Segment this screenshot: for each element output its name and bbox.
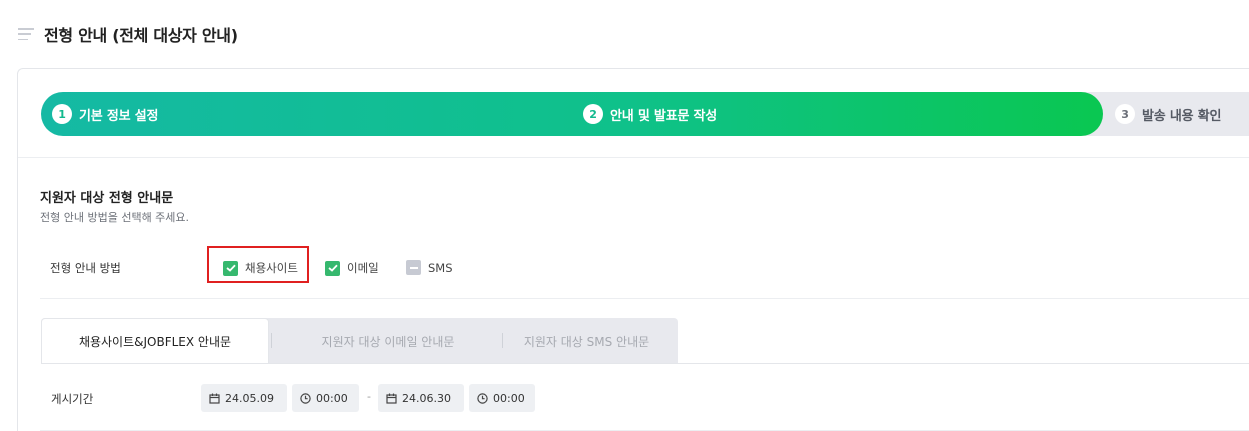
page-header: 전형 안내 (전체 대상자 안내): [18, 22, 238, 46]
checkbox-label: 채용사이트: [245, 261, 298, 275]
checkbox-label: 이메일: [347, 261, 379, 275]
start-time-input[interactable]: 00:00: [292, 384, 359, 412]
checkbox-checked-icon: [325, 260, 340, 276]
step-number: 1: [52, 104, 72, 124]
step-label: 발송 내용 확인: [1142, 108, 1222, 124]
end-date-input[interactable]: 24.06.30: [378, 384, 464, 412]
calendar-icon: [209, 393, 220, 404]
page-title: 전형 안내 (전체 대상자 안내): [44, 26, 238, 45]
step-label: 기본 정보 설정: [79, 108, 159, 124]
end-time-input[interactable]: 00:00: [469, 384, 535, 412]
checkbox-email[interactable]: 이메일: [325, 260, 379, 276]
notice-method-row: 전형 안내 방법 채용사이트 이메일 SMS: [40, 246, 1249, 299]
section-title: 지원자 대상 전형 안내문: [40, 191, 174, 206]
step-basic-info[interactable]: 1 기본 정보 설정: [52, 92, 158, 136]
notice-method-label: 전형 안내 방법: [50, 261, 121, 275]
start-time-value: 00:00: [316, 391, 348, 405]
tab-sms-notice[interactable]: 지원자 대상 SMS 안내문: [495, 318, 678, 364]
tab-content-border: [41, 363, 1249, 364]
calendar-icon: [386, 393, 397, 404]
checkbox-sms[interactable]: SMS: [406, 260, 453, 275]
start-date-value: 24.05.09: [225, 391, 274, 405]
step-confirm-send[interactable]: 3 발송 내용 확인: [1115, 92, 1221, 136]
stepper-progress-bar: [41, 92, 1103, 136]
divider: [18, 157, 1249, 158]
checkbox-unchecked-icon: [406, 260, 421, 275]
end-time-value: 00:00: [493, 391, 525, 405]
clock-icon: [477, 392, 488, 404]
checkbox-label: SMS: [428, 260, 453, 275]
step-number: 2: [583, 104, 603, 124]
clock-icon: [300, 392, 311, 404]
step-compose-notice[interactable]: 2 안내 및 발표문 작성: [583, 92, 717, 136]
posting-period-row: 게시기간 24.05.09 00:00 - 24.06.30 00:00: [40, 379, 1249, 431]
section-subtitle: 전형 안내 방법을 선택해 주세요.: [40, 211, 190, 224]
period-separator: -: [367, 390, 371, 403]
checkbox-recruit-site[interactable]: 채용사이트: [223, 260, 298, 276]
checkbox-checked-icon: [223, 260, 238, 276]
tab-recruit-site-notice[interactable]: 채용사이트&JOBFLEX 안내문: [41, 318, 269, 364]
content-card: 1 기본 정보 설정 2 안내 및 발표문 작성 3 발송 내용 확인 지원자 …: [17, 68, 1249, 431]
tab-email-notice[interactable]: 지원자 대상 이메일 안내문: [281, 318, 495, 364]
step-number: 3: [1115, 104, 1135, 124]
posting-period-label: 게시기간: [51, 392, 94, 406]
tab-separator: [271, 333, 272, 348]
end-date-value: 24.06.30: [402, 391, 451, 405]
notice-tabs: 채용사이트&JOBFLEX 안내문 지원자 대상 이메일 안내문 지원자 대상 …: [41, 318, 678, 364]
start-date-input[interactable]: 24.05.09: [201, 384, 287, 412]
stepper: 1 기본 정보 설정 2 안내 및 발표문 작성 3 발송 내용 확인: [41, 92, 1249, 136]
menu-lines-icon: [18, 28, 34, 40]
step-label: 안내 및 발표문 작성: [610, 108, 718, 124]
